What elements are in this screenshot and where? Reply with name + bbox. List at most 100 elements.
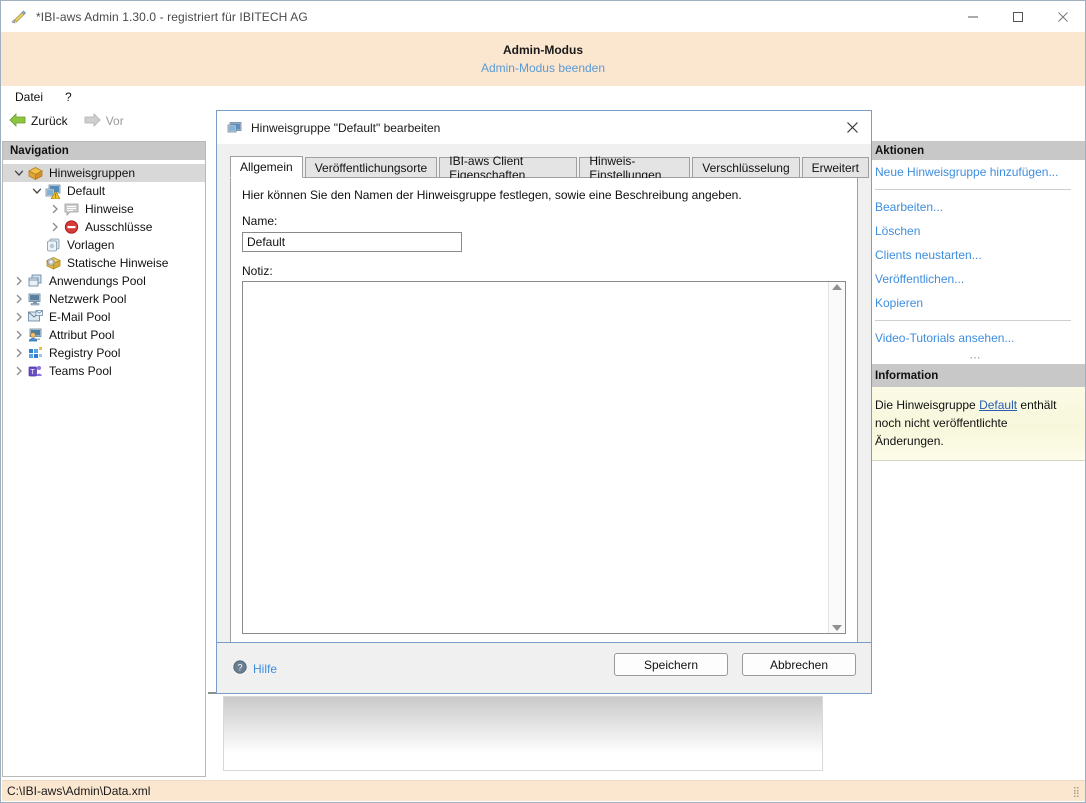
dialog-tabs[interactable]: Allgemein Veröffentlichungsorte IBI-aws Cl… <box>230 154 871 182</box>
actions-separator <box>875 320 1071 321</box>
action-link-l-schen[interactable]: Löschen <box>867 219 1085 243</box>
svg-text:?: ? <box>237 662 242 672</box>
chevron-right-icon[interactable] <box>11 294 27 304</box>
navigation-panel: Navigation Hinweisgruppen! Default Hinweis… <box>2 141 206 777</box>
chevron-right-icon[interactable] <box>11 312 27 322</box>
forward-label: Vor <box>105 114 124 128</box>
name-label: Name: <box>242 214 278 228</box>
help-link[interactable]: ? Hilfe <box>233 660 277 677</box>
tree-item-statische-hinweise[interactable]: Statische Hinweise <box>3 254 205 272</box>
name-input[interactable] <box>242 232 462 252</box>
maximize-icon[interactable] <box>995 1 1040 32</box>
scroll-up-icon[interactable] <box>832 284 842 290</box>
close-icon[interactable] <box>1040 1 1085 32</box>
tree-item-e-mail-pool[interactable]: E-Mail Pool <box>3 308 205 326</box>
admin-mode-exit-link[interactable]: Admin-Modus beenden <box>481 61 605 75</box>
actions-panel-header: Aktionen <box>867 141 1085 160</box>
actions-list[interactable]: Neue Hinweisgruppe hinzufügen... Bearbeit… <box>867 160 1085 350</box>
tree-item-attribut-pool[interactable]: Attribut Pool <box>3 326 205 344</box>
dialog-body: Allgemein Veröffentlichungsorte IBI-aws Cl… <box>217 144 871 693</box>
chevron-down-icon[interactable] <box>29 186 45 196</box>
action-link-kopieren[interactable]: Kopieren <box>867 291 1085 315</box>
chevron-right-icon[interactable] <box>47 204 63 214</box>
tab-ver-ffentlichungsorte[interactable]: Veröffentlichungsorte <box>304 157 438 178</box>
action-link-neue-hinweisgruppe-hinzuf-gen[interactable]: Neue Hinweisgruppe hinzufügen... <box>867 160 1085 184</box>
notiz-scrollbar[interactable] <box>828 282 845 633</box>
actions-panel: Aktionen Neue Hinweisgruppe hinzufügen..… <box>867 141 1085 777</box>
action-link-ver-ffentlichen[interactable]: Veröffentlichen... <box>867 267 1085 291</box>
notification-panel-header: Information <box>867 364 1085 387</box>
speech-icon <box>63 201 80 217</box>
status-bar: C:\IBI-aws\Admin\Data.xml ⣿ <box>2 780 1085 801</box>
gear-box-icon <box>45 255 62 271</box>
notiz-textarea[interactable] <box>243 282 828 633</box>
back-button[interactable]: Zurück <box>9 112 68 130</box>
mail-icon <box>27 309 44 325</box>
user-screen-icon <box>27 327 44 343</box>
tab-allgemein[interactable]: Allgemein <box>230 156 303 178</box>
action-link-clients-neustarten[interactable]: Clients neustarten... <box>867 243 1085 267</box>
tab-hinweis-einstellungen[interactable]: Hinweis-Einstellungen <box>579 154 691 182</box>
chevron-right-icon[interactable] <box>47 222 63 232</box>
chevron-down-icon[interactable] <box>11 168 27 178</box>
tree-item-label: Ausschlüsse <box>85 220 153 234</box>
tree-item-label: Anwendungs Pool <box>49 274 146 288</box>
window-controls <box>950 1 1085 32</box>
action-link-bearbeiten[interactable]: Bearbeiten... <box>867 195 1085 219</box>
forward-button[interactable]: Vor <box>84 112 124 130</box>
resize-grip-icon[interactable]: ⣿ <box>1073 787 1081 798</box>
scroll-down-icon[interactable] <box>832 625 842 631</box>
back-arrow-icon <box>9 112 26 130</box>
menu-item-datei[interactable]: Datei <box>15 90 43 104</box>
dialog-close-icon[interactable] <box>837 114 867 140</box>
action-link-video-tutorials-ansehen[interactable]: Video-Tutorials ansehen... <box>867 326 1085 350</box>
monitor-warn-icon: ! <box>45 183 62 200</box>
tree-item-label: Attribut Pool <box>49 328 115 342</box>
navigation-tree[interactable]: Hinweisgruppen ! Default Hinweise Ausschlüss… <box>3 160 205 776</box>
tree-item-ausschl-sse[interactable]: Ausschlüsse <box>3 218 205 236</box>
tree-item-label: Teams Pool <box>49 364 112 378</box>
tab-erweitert[interactable]: Erweitert <box>801 157 869 178</box>
teams-icon: T <box>27 363 44 379</box>
cancel-button[interactable]: Abbrechen <box>742 653 856 676</box>
chevron-right-icon[interactable] <box>11 330 27 340</box>
tree-item-anwendungs-pool[interactable]: Anwendungs Pool <box>3 272 205 290</box>
chevron-right-icon[interactable] <box>11 366 27 376</box>
tree-item-label: E-Mail Pool <box>49 310 111 324</box>
minimize-icon[interactable] <box>950 1 995 32</box>
tree-item-hinweisgruppen[interactable]: Hinweisgruppen <box>3 164 205 182</box>
tree-item-label: Hinweise <box>85 202 134 216</box>
box-icon <box>27 165 44 181</box>
status-bar-path: C:\IBI-aws\Admin\Data.xml <box>7 784 151 798</box>
save-button[interactable]: Speichern <box>614 653 728 676</box>
tree-item-hinweise[interactable]: Hinweise <box>3 200 205 218</box>
chevron-right-icon[interactable] <box>11 348 27 358</box>
application-window: *IBI-aws Admin 1.30.0 - registriert für … <box>0 0 1086 803</box>
tab-verschl-sselung[interactable]: Verschlüsselung <box>692 157 800 178</box>
tree-item-label: Statische Hinweise <box>67 256 169 270</box>
title-bar: *IBI-aws Admin 1.30.0 - registriert für … <box>1 1 1085 32</box>
tree-item-teams-pool[interactable]: T Teams Pool <box>3 362 205 380</box>
window-title: *IBI-aws Admin 1.30.0 - registriert für … <box>36 9 308 24</box>
tree-item-netzwerk-pool[interactable]: Netzwerk Pool <box>3 290 205 308</box>
notiz-label: Notiz: <box>242 264 273 278</box>
tree-item-label: Vorlagen <box>67 238 115 252</box>
tab-ibi-aws-client-eigenschaften[interactable]: IBI-aws Client Eigenschaften <box>439 154 578 182</box>
tree-item-label: Netzwerk Pool <box>49 292 127 306</box>
tab-panel-allgemein: Hier können Sie den Namen der Hinweisgru… <box>230 178 858 675</box>
notification-link[interactable]: Default <box>979 398 1017 412</box>
menu-item-help[interactable]: ? <box>65 90 72 104</box>
panel-resize-grip[interactable]: ⋯ <box>867 350 1085 364</box>
network-icon <box>27 291 44 307</box>
admin-mode-title: Admin-Modus <box>503 43 583 57</box>
tree-item-vorlagen[interactable]: Vorlagen <box>3 236 205 254</box>
help-icon: ? <box>233 660 247 677</box>
admin-mode-banner: Admin-Modus Admin-Modus beenden <box>1 32 1085 86</box>
tree-item-registry-pool[interactable]: Registry Pool <box>3 344 205 362</box>
tree-item-label: Registry Pool <box>49 346 121 360</box>
registry-icon <box>27 345 44 361</box>
dialog-title: Hinweisgruppe "Default" bearbeiten <box>251 120 441 135</box>
tree-item-default[interactable]: ! Default <box>3 182 205 200</box>
chevron-right-icon[interactable] <box>11 276 27 286</box>
tree-item-label: Hinweisgruppen <box>49 166 136 180</box>
